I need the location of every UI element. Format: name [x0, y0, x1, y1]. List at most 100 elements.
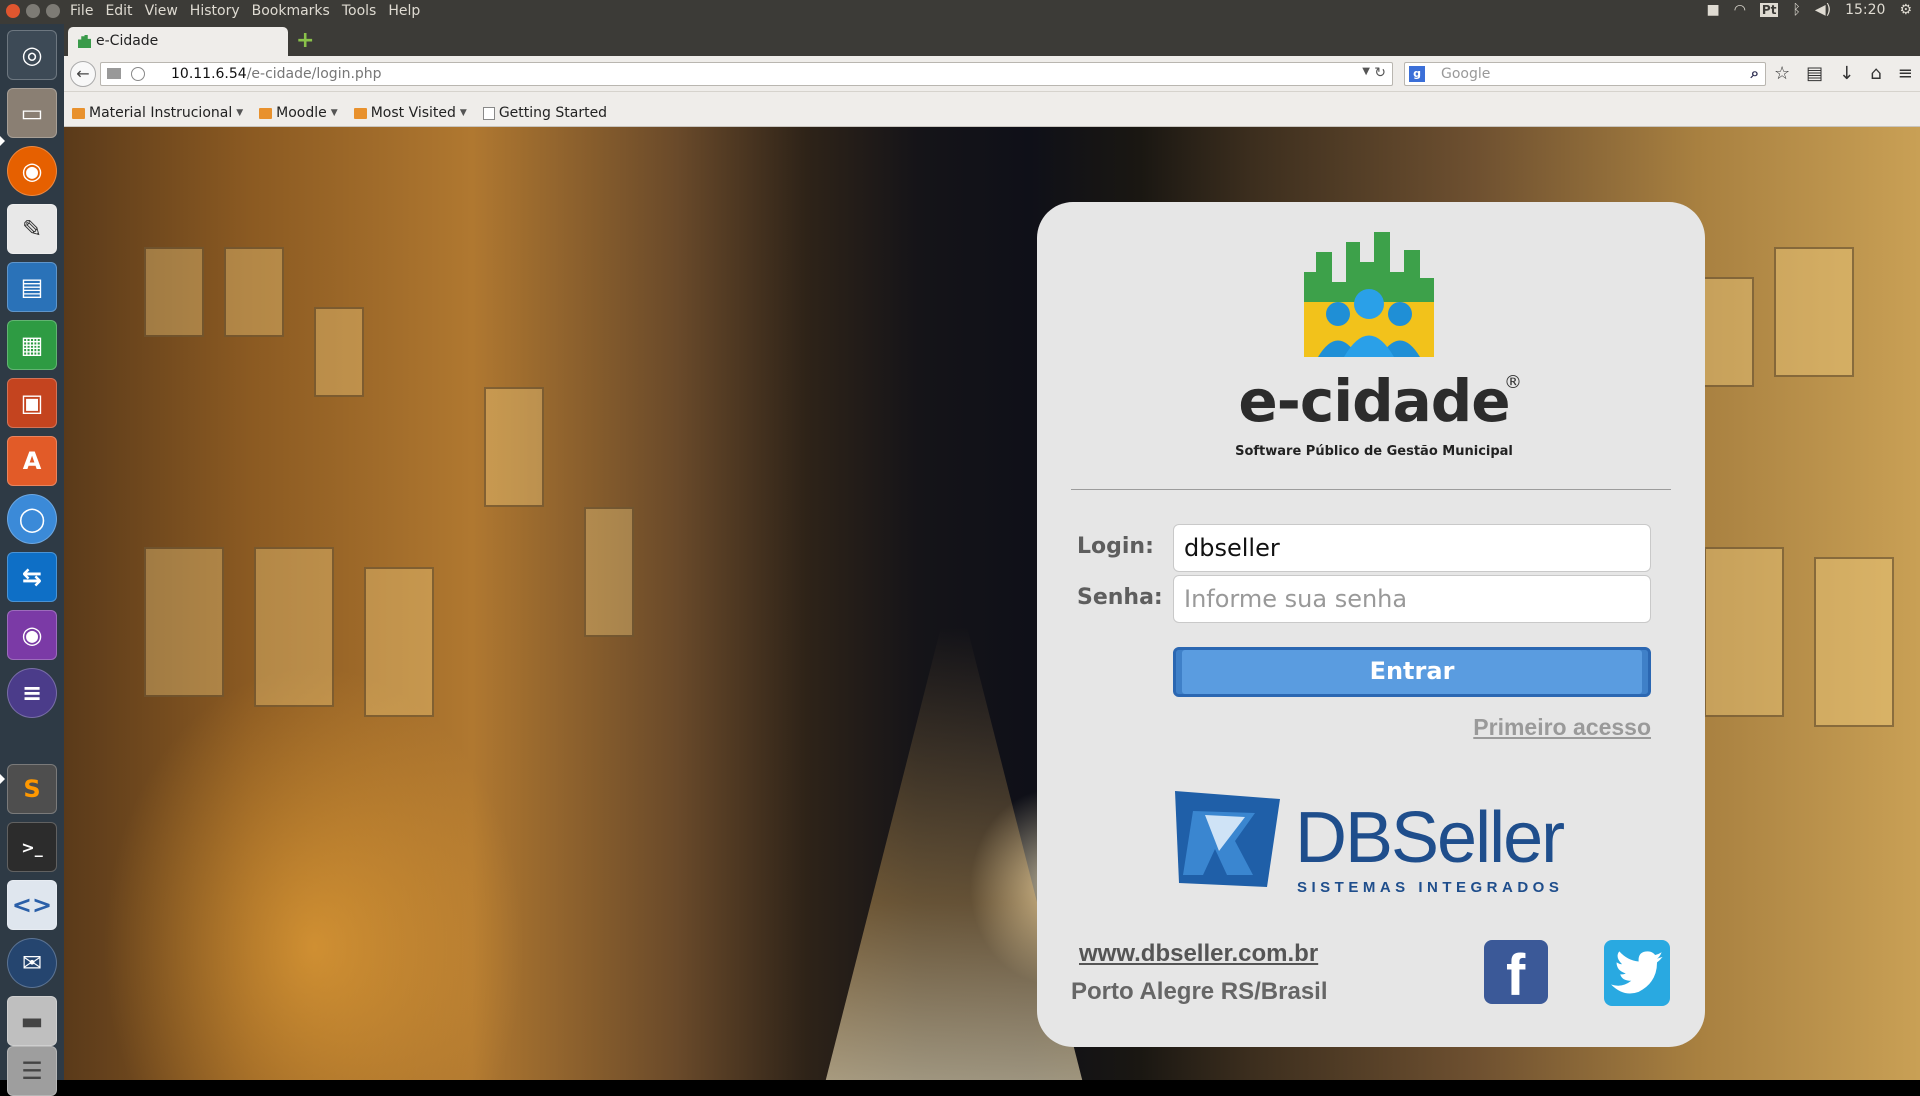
first-access-link[interactable]: Primeiro acesso — [1473, 714, 1651, 741]
system-tray: ■ ◠ Pt ᛒ ◀) 15:20 ⚙ — [1706, 2, 1912, 18]
company-subtitle: SISTEMAS INTEGRADOS — [1297, 879, 1564, 896]
gear-icon[interactable]: ⚙ — [1899, 2, 1912, 18]
close-window-button[interactable] — [6, 4, 20, 18]
location-text: Porto Alegre RS/Brasil — [1071, 978, 1328, 1005]
page-icon — [482, 106, 495, 120]
sublime-text-icon[interactable]: S — [7, 764, 57, 814]
login-input[interactable] — [1173, 524, 1651, 572]
webcam-icon[interactable]: ◉ — [7, 610, 57, 660]
bookmark-label: Material Instrucional — [89, 105, 233, 121]
new-tab-button[interactable]: + — [296, 28, 314, 53]
login-button[interactable]: Entrar — [1173, 647, 1651, 697]
clock[interactable]: 15:20 — [1845, 2, 1885, 18]
reading-list-icon[interactable]: ▤ — [1806, 63, 1823, 84]
url-path: /e-cidade/login.php — [246, 66, 382, 82]
code-editor-icon[interactable]: <> — [7, 880, 57, 930]
globe-icon — [131, 67, 145, 81]
menu-bookmarks[interactable]: Bookmarks — [252, 3, 330, 19]
bookmark-label: Getting Started — [498, 105, 608, 121]
writer-icon[interactable]: ▤ — [7, 262, 57, 312]
facebook-icon[interactable]: f — [1484, 940, 1548, 1008]
search-icon[interactable]: ⌕ — [1751, 64, 1759, 82]
back-button[interactable]: ← — [70, 61, 96, 87]
menu-edit[interactable]: Edit — [105, 3, 132, 19]
bookmark-moodle[interactable]: Moodle ▼ — [259, 100, 338, 126]
files-icon[interactable]: ▭ — [7, 88, 57, 138]
website-link[interactable]: www.dbseller.com.br — [1079, 940, 1318, 968]
calc-icon[interactable]: ▦ — [7, 320, 57, 370]
tab-title: e-Cidade — [96, 33, 159, 49]
eclipse-icon[interactable]: ≡ — [7, 668, 57, 718]
ubuntu-dash-icon[interactable]: ◎ — [7, 30, 57, 80]
download-icon[interactable]: ↓ — [1839, 63, 1854, 84]
e-cidade-logo: e-cidade ® Software Público de Gestão Mu… — [1224, 232, 1524, 459]
keyboard-layout-indicator[interactable]: Pt — [1759, 3, 1779, 17]
reload-icon[interactable]: ↻ — [1374, 65, 1386, 81]
e-cidade-favicon-icon — [78, 35, 91, 48]
minimize-window-button[interactable] — [26, 4, 40, 18]
url-dropdown-icon[interactable]: ▼ — [1362, 66, 1370, 77]
menu-view[interactable]: View — [145, 3, 178, 19]
tab-e-cidade[interactable]: e-Cidade — [68, 27, 288, 56]
company-name-text: DBSeller — [1295, 798, 1565, 878]
running-indicator — [0, 136, 5, 146]
terminal-icon[interactable]: >_ — [7, 822, 57, 872]
search-placeholder: Google — [1441, 66, 1491, 82]
password-input[interactable] — [1173, 575, 1651, 623]
google-icon[interactable]: g — [1409, 66, 1425, 82]
trash-icon[interactable]: ☰ — [7, 1046, 57, 1096]
chevron-down-icon: ▼ — [236, 108, 244, 118]
bookmark-material-instrucional[interactable]: Material Instrucional ▼ — [72, 100, 243, 126]
menu-file[interactable]: File — [70, 3, 93, 19]
brand-name: e-cidade — [1238, 367, 1510, 435]
login-label: Login: — [1077, 534, 1154, 559]
maximize-window-button[interactable] — [46, 4, 60, 18]
tab-strip: e-Cidade + — [64, 24, 1920, 56]
bookmark-star-icon[interactable]: ☆ — [1774, 63, 1790, 84]
url-bar[interactable]: 10.11.6.54/e-cidade/login.php ▼ ↻ — [100, 62, 1393, 86]
toolbar-icons: ☆ ▤ ↓ ⌂ ≡ — [1774, 63, 1913, 84]
home-icon[interactable]: ⌂ — [1870, 63, 1881, 84]
twitter-icon[interactable] — [1604, 940, 1670, 1006]
thunderbird-icon[interactable]: ✉ — [7, 938, 57, 988]
disk-icon[interactable]: ▬ — [7, 996, 57, 1046]
twitter-bird-icon — [1611, 951, 1663, 994]
bluetooth-icon[interactable]: ᛒ — [1792, 2, 1800, 18]
search-bar[interactable]: g Google ⌕ — [1404, 62, 1766, 86]
password-label: Senha: — [1077, 585, 1163, 610]
folder-icon — [353, 107, 367, 119]
teamviewer-icon[interactable]: ⇆ — [7, 552, 57, 602]
bookmarks-toolbar: Material Instrucional ▼ Moodle ▼ Most Vi… — [64, 92, 1920, 127]
divider — [1071, 489, 1671, 490]
window-controls — [6, 4, 60, 18]
bookmark-most-visited[interactable]: Most Visited ▼ — [353, 100, 467, 126]
camera-icon[interactable]: ■ — [1706, 2, 1719, 18]
text-editor-icon[interactable]: ✎ — [7, 204, 57, 254]
chevron-down-icon: ▼ — [330, 108, 338, 118]
bookmark-label: Most Visited — [370, 105, 456, 121]
wifi-icon[interactable]: ◠ — [1734, 2, 1746, 18]
app-menu: File Edit View History Bookmarks Tools H… — [70, 3, 420, 19]
brand-tagline: Software Público de Gestão Municipal — [1235, 444, 1513, 459]
chevron-down-icon: ▼ — [459, 108, 467, 118]
company-name: DBSeller — [1295, 797, 1565, 879]
dbseller-mark-icon — [1175, 791, 1280, 887]
impress-icon[interactable]: ▣ — [7, 378, 57, 428]
registered-mark: ® — [1504, 372, 1522, 393]
menu-history[interactable]: History — [190, 3, 240, 19]
login-card: e-cidade ® Software Público de Gestão Mu… — [1037, 202, 1705, 1047]
bookmark-getting-started[interactable]: Getting Started — [482, 100, 608, 126]
site-identity-icon[interactable] — [107, 68, 121, 79]
navigation-toolbar: ← 10.11.6.54/e-cidade/login.php ▼ ↻ g Go… — [64, 56, 1920, 92]
menu-icon[interactable]: ≡ — [1898, 63, 1913, 84]
bookmark-label: Moodle — [276, 105, 327, 121]
chromium-icon[interactable]: ◯ — [7, 494, 57, 544]
menu-help[interactable]: Help — [388, 3, 420, 19]
menu-tools[interactable]: Tools — [342, 3, 377, 19]
folder-icon — [72, 107, 85, 119]
firefox-icon[interactable]: ◉ — [7, 146, 57, 196]
dbseller-logo: DBSeller SISTEMAS INTEGRADOS — [1175, 787, 1595, 897]
software-center-icon[interactable]: A — [7, 436, 57, 486]
city-people-icon — [1304, 232, 1434, 357]
volume-icon[interactable]: ◀) — [1815, 2, 1831, 18]
